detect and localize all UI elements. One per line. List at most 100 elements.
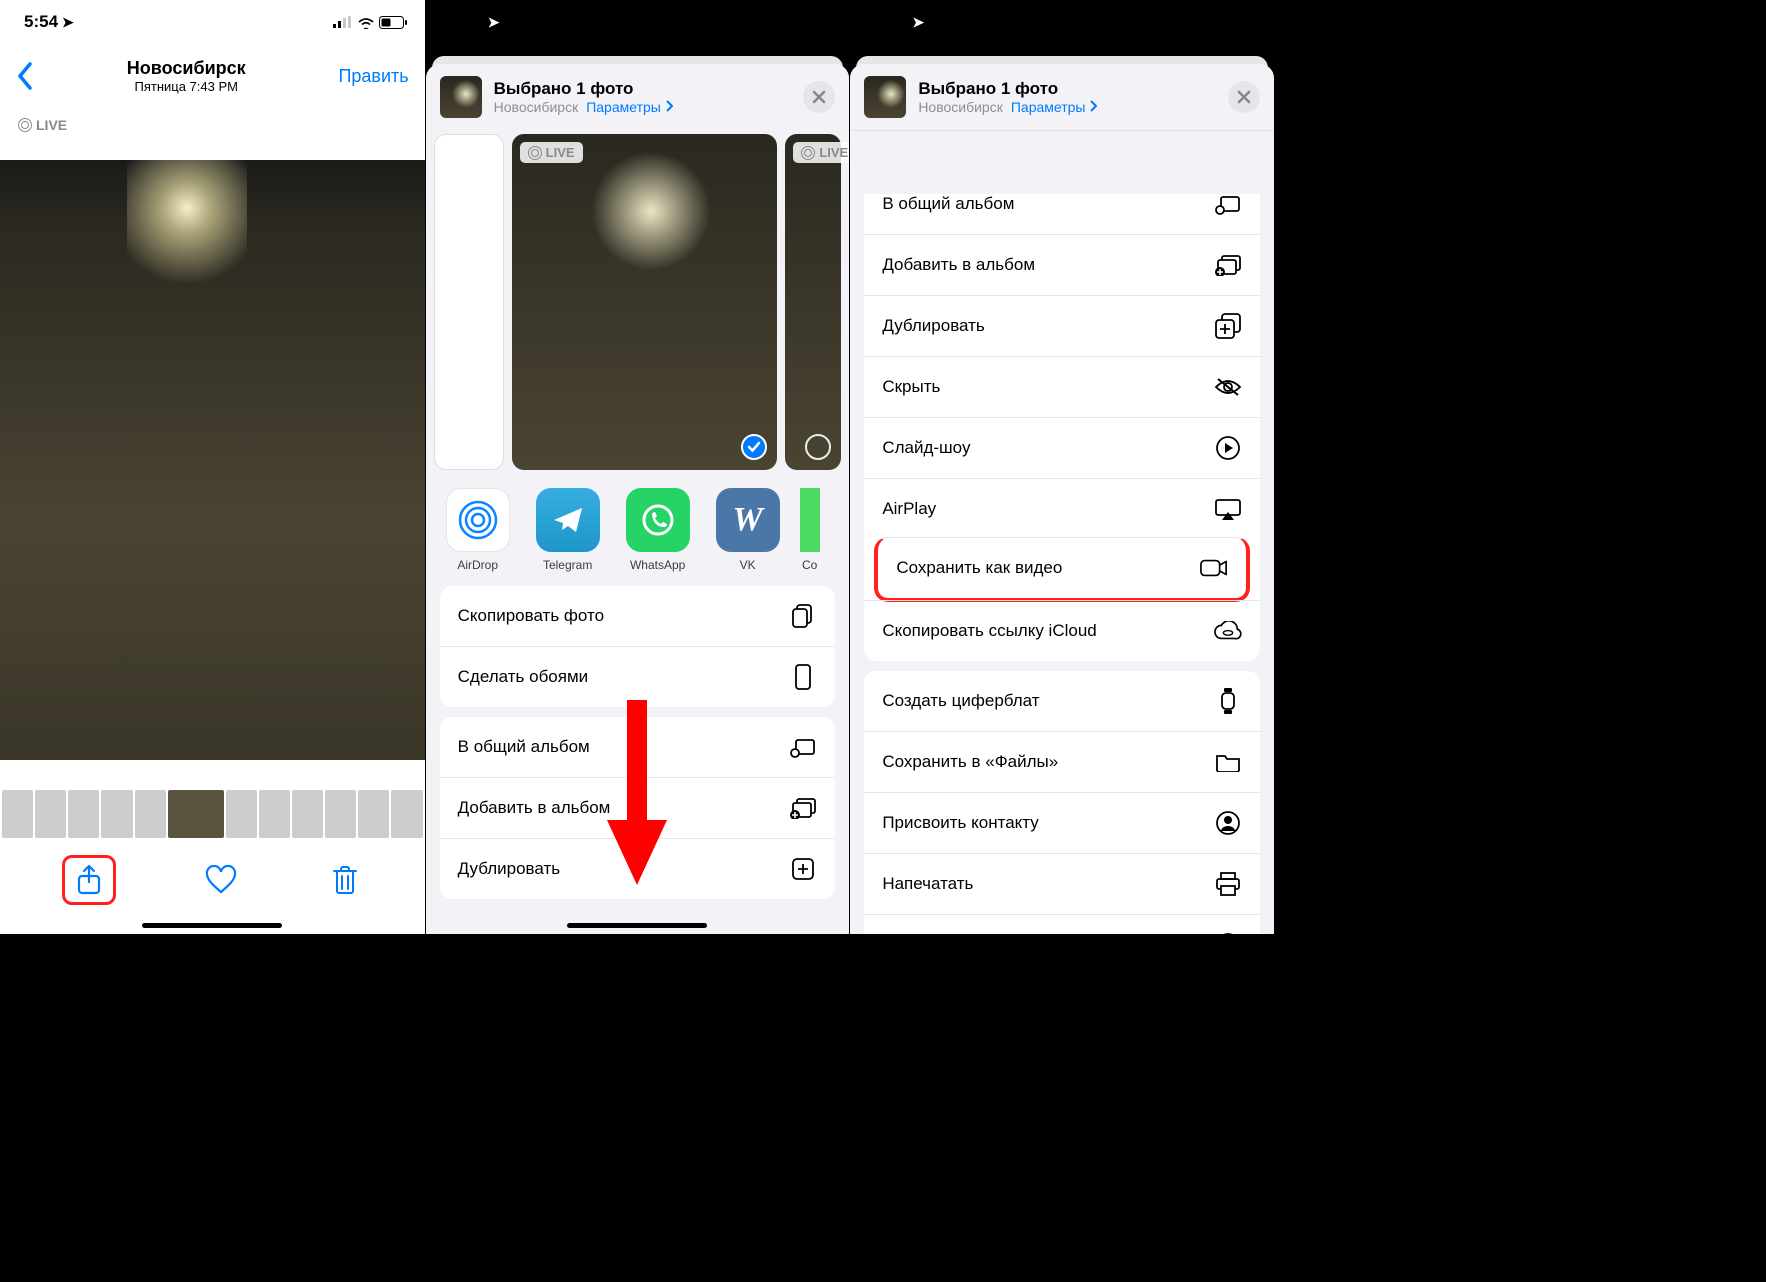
- share-app-label: AirDrop: [457, 558, 498, 572]
- close-button[interactable]: [1228, 81, 1260, 113]
- selected-check-icon: [741, 434, 767, 460]
- action-label: Сделать обоями: [458, 667, 589, 687]
- plus-square-icon: [789, 855, 817, 883]
- share-location: Новосибирск: [494, 99, 579, 115]
- share-thumbnail: [440, 76, 482, 118]
- share-options-button[interactable]: Параметры: [586, 99, 673, 115]
- action-label: В общий альбом: [882, 194, 1014, 214]
- share-app-telegram[interactable]: Telegram: [530, 488, 606, 572]
- contact-icon: [1214, 809, 1242, 837]
- action-print[interactable]: Напечатать: [864, 853, 1260, 914]
- action-label: Скрыть: [882, 377, 940, 397]
- action-label: Напечатать: [882, 874, 973, 894]
- action-airplay[interactable]: AirPlay: [864, 478, 1260, 539]
- action-group: Создать циферблат Сохранить в «Файлы» Пр…: [864, 671, 1260, 934]
- share-app-label: VK: [740, 558, 756, 572]
- share-app-whatsapp[interactable]: WhatsApp: [620, 488, 696, 572]
- share-app-airdrop[interactable]: AirDrop: [440, 488, 516, 572]
- print-icon: [1214, 870, 1242, 898]
- phone-icon: [789, 663, 817, 691]
- location-services-icon: ➤: [488, 14, 500, 31]
- share-sheet-header: Выбрано 1 фото Новосибирск Параметры: [426, 64, 850, 130]
- status-bar: 5:54➤: [0, 0, 425, 44]
- location-services-icon: ➤: [62, 14, 74, 31]
- a-circle-icon: A: [1214, 931, 1242, 934]
- airplay-icon: [1214, 495, 1242, 523]
- action-label: Скопировать фото: [458, 606, 604, 626]
- action-label: AirPlay: [882, 499, 936, 519]
- action-save-to-files[interactable]: Сохранить в «Файлы»: [864, 731, 1260, 792]
- action-assign-to-contact[interactable]: Присвоить контакту: [864, 792, 1260, 853]
- share-actions-list[interactable]: В общий альбом Добавить в альбом Дублиро…: [850, 194, 1274, 934]
- share-photo-carousel[interactable]: LIVE LIVE: [426, 130, 850, 480]
- action-label: Сохранить в «Файлы»: [882, 752, 1058, 772]
- share-app-more[interactable]: Co: [800, 488, 820, 572]
- action-create-watchface[interactable]: Создать циферблат: [864, 671, 1260, 731]
- action-slideshow[interactable]: Слайд-шоу: [864, 417, 1260, 478]
- edit-button[interactable]: Править: [338, 66, 408, 87]
- action-save-as-video[interactable]: Сохранить как видео: [874, 537, 1250, 602]
- add-album-icon: [1214, 251, 1242, 279]
- share-photo-item[interactable]: LIVE: [785, 134, 841, 470]
- back-button[interactable]: [16, 62, 34, 90]
- share-apps-row[interactable]: AirDrop Telegram WhatsApp W VK Co: [426, 480, 850, 576]
- photo-scrubber[interactable]: [0, 786, 425, 842]
- video-icon: [1200, 554, 1228, 582]
- action-label: Сохранить как видео: [896, 558, 1062, 578]
- share-title: Выбрано 1 фото: [494, 79, 792, 99]
- share-photo-item-selected[interactable]: LIVE: [512, 134, 778, 470]
- home-indicator[interactable]: [567, 923, 707, 928]
- watch-icon: [1214, 687, 1242, 715]
- action-copy-icloud-link[interactable]: Скопировать ссылку iCloud: [864, 600, 1260, 661]
- nav-title: Новосибирск: [127, 58, 246, 79]
- delete-button[interactable]: [327, 862, 363, 898]
- shared-album-icon: [1214, 194, 1242, 218]
- highlight-share-annotation: [62, 855, 116, 905]
- screen-photo-detail: 5:54➤ Новосибирск Пятница 7:43 PM Правит…: [0, 0, 425, 934]
- share-title: Выбрано 1 фото: [918, 79, 1216, 99]
- share-location: Новосибирск: [918, 99, 1003, 115]
- airdrop-icon: [456, 498, 500, 542]
- close-button[interactable]: [803, 81, 835, 113]
- share-options-button[interactable]: Параметры: [1011, 99, 1098, 115]
- action-set-wallpaper[interactable]: Сделать обоями: [440, 646, 836, 707]
- whatsapp-icon: [638, 500, 678, 540]
- battery-icon: [379, 16, 407, 29]
- eye-off-icon: [1214, 373, 1242, 401]
- status-time: 5:54: [24, 12, 58, 32]
- action-label: Добавить в альбом: [882, 255, 1035, 275]
- copy-icon: [789, 602, 817, 630]
- share-photo-item[interactable]: [434, 134, 504, 470]
- cloud-link-icon: [1214, 617, 1242, 645]
- share-button[interactable]: [71, 862, 107, 898]
- share-app-label: WhatsApp: [630, 558, 685, 572]
- favorite-button[interactable]: [203, 862, 239, 898]
- action-label: Добавить в альбом: [458, 798, 611, 818]
- plus-square-icon: [1214, 312, 1242, 340]
- live-photo-badge: LIVE: [10, 114, 75, 136]
- location-services-icon: ➤: [912, 14, 924, 31]
- action-copy-photo[interactable]: Скопировать фото: [440, 586, 836, 646]
- nav-bar: Новосибирск Пятница 7:43 PM Править: [0, 44, 425, 108]
- nav-subtitle: Пятница 7:43 PM: [127, 79, 246, 94]
- toolbar: [0, 844, 425, 934]
- photo-viewer[interactable]: [0, 160, 425, 760]
- action-shared-album[interactable]: В общий альбом: [864, 194, 1260, 234]
- action-annotable[interactable]: Annotable A: [864, 914, 1260, 934]
- home-indicator[interactable]: [142, 923, 282, 928]
- folder-icon: [1214, 748, 1242, 776]
- share-app-label: Telegram: [543, 558, 592, 572]
- action-hide[interactable]: Скрыть: [864, 356, 1260, 417]
- action-group: В общий альбом Добавить в альбом Дублиро…: [864, 194, 1260, 661]
- share-sheet-header: Выбрано 1 фото Новосибирск Параметры: [850, 64, 1274, 131]
- action-label: Присвоить контакту: [882, 813, 1038, 833]
- action-label: Создать циферблат: [882, 691, 1039, 711]
- live-photo-badge: LIVE: [793, 142, 849, 163]
- scroll-down-arrow-annotation: [597, 700, 677, 890]
- action-duplicate[interactable]: Дублировать: [864, 295, 1260, 356]
- action-label: Слайд-шоу: [882, 438, 970, 458]
- screen-share-sheet-scrolled: 5:55➤ Выбрано 1 фото Новосибирск Парамет…: [849, 0, 1274, 934]
- action-add-to-album[interactable]: Добавить в альбом: [864, 234, 1260, 295]
- add-album-icon: [789, 794, 817, 822]
- share-app-vk[interactable]: W VK: [710, 488, 786, 572]
